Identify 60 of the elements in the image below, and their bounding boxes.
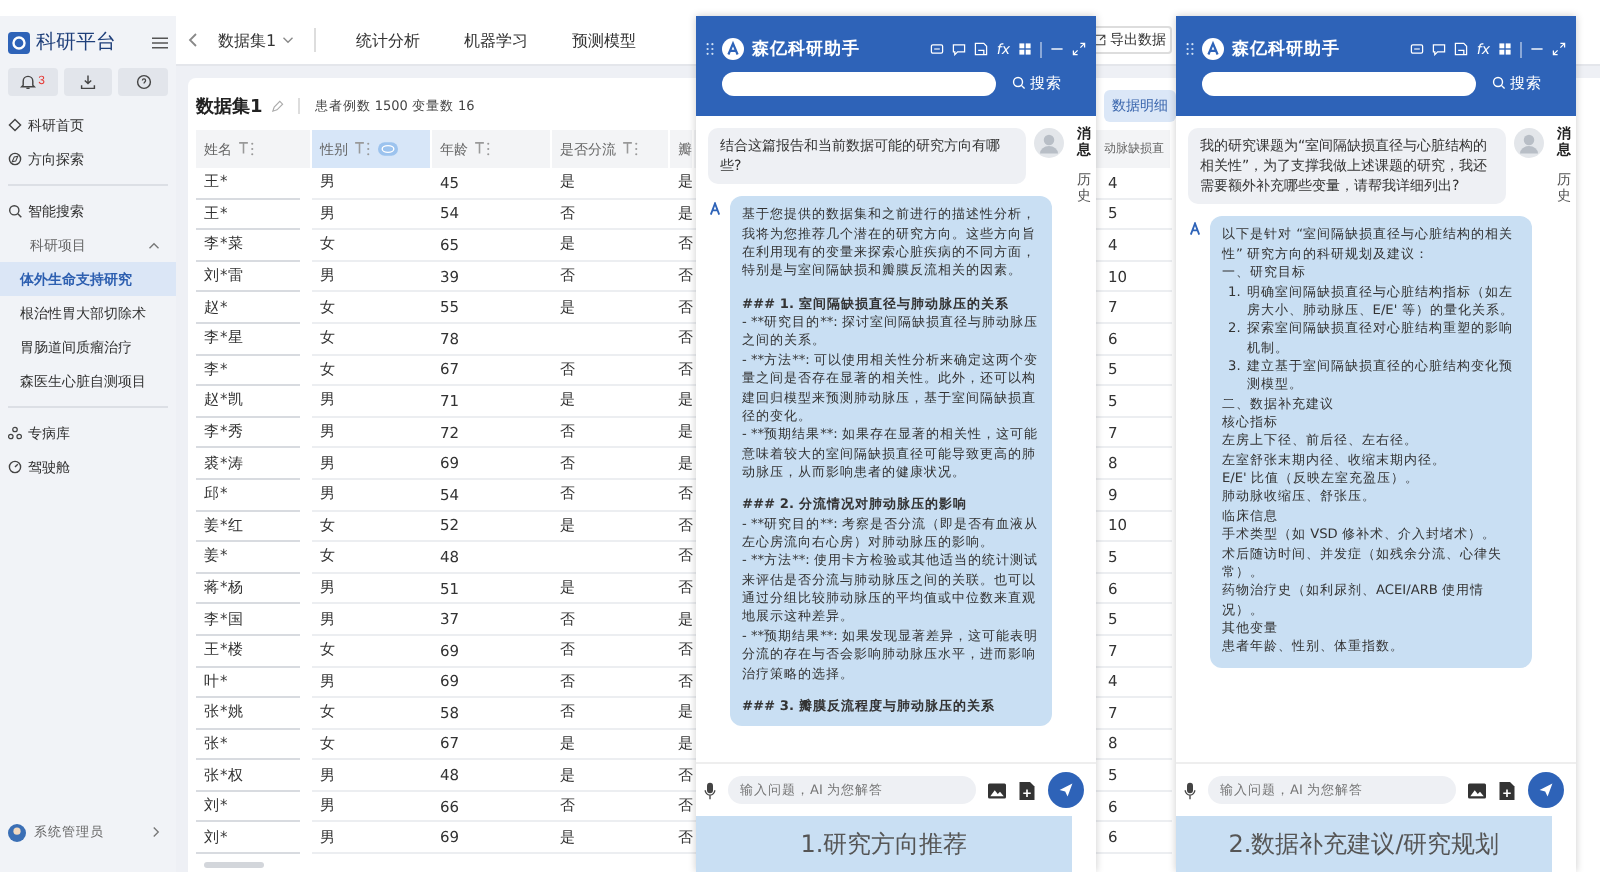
assistant-icon <box>1188 222 1202 237</box>
search-icon <box>1012 76 1026 90</box>
help-button[interactable] <box>118 68 169 96</box>
microphone-icon[interactable] <box>704 781 716 799</box>
grid-icon[interactable] <box>1018 42 1032 56</box>
help-icon <box>135 74 152 90</box>
avatar-icon <box>8 823 26 841</box>
search-field[interactable] <box>722 71 996 95</box>
bell-icon <box>20 74 37 90</box>
app-title: 科研平台 <box>36 29 118 56</box>
logo-icon <box>1202 38 1224 60</box>
search-field[interactable] <box>1202 71 1476 95</box>
minimize-icon[interactable] <box>1050 42 1064 56</box>
grid-icon[interactable] <box>1498 42 1512 56</box>
assistant-icon <box>708 202 722 217</box>
microphone-icon[interactable] <box>1184 781 1196 799</box>
diamond-icon <box>8 118 22 132</box>
logo-icon <box>722 38 744 60</box>
gauge-icon <box>8 460 22 474</box>
assistant-title: 森亿科研助手 <box>752 37 862 61</box>
file-add-icon[interactable] <box>1018 781 1036 799</box>
image-icon[interactable] <box>1468 781 1486 799</box>
send-button[interactable] <box>1528 772 1564 808</box>
screen-icon[interactable] <box>930 42 945 56</box>
caption: 1.研究方向推荐 <box>696 816 1072 872</box>
minimize-icon[interactable] <box>1530 42 1544 56</box>
tab[interactable]: 预测模型 <box>556 16 653 64</box>
caret-icon <box>148 241 160 249</box>
chat-icon[interactable] <box>952 42 967 56</box>
send-button[interactable] <box>1048 772 1084 808</box>
file-add-icon[interactable] <box>1498 781 1516 799</box>
compass-icon <box>8 152 22 166</box>
download-icon <box>80 74 96 90</box>
download-button[interactable] <box>63 68 113 96</box>
caret-icon <box>282 36 295 44</box>
caption: 2.数据补充建议/研究规划 <box>1176 816 1552 872</box>
expand-icon[interactable] <box>1552 42 1566 56</box>
logo-icon <box>8 31 30 53</box>
expand-icon[interactable] <box>1072 42 1086 56</box>
save-icon[interactable] <box>974 42 989 56</box>
screen-icon[interactable] <box>1410 42 1425 56</box>
scrollbar[interactable] <box>204 862 264 869</box>
image-icon[interactable] <box>988 781 1006 799</box>
chat-icon[interactable] <box>1432 42 1447 56</box>
paper-plane-icon <box>1538 782 1554 798</box>
assistant-title: 森亿科研助手 <box>1232 37 1342 61</box>
search-icon <box>1492 76 1506 90</box>
avatar-icon <box>1034 128 1064 158</box>
dataset-dropdown[interactable]: 数据集1 <box>210 29 303 51</box>
paper-plane-icon <box>1058 782 1074 798</box>
menu-icon[interactable] <box>152 35 168 49</box>
chevron-icon[interactable] <box>152 826 160 838</box>
back-icon[interactable] <box>188 32 198 48</box>
search-icon <box>8 204 22 218</box>
dataset-title: 数据集1 <box>196 95 263 119</box>
save-icon[interactable] <box>1454 42 1469 56</box>
nodes-icon <box>8 426 22 440</box>
tab[interactable]: 统计分析 <box>340 16 437 64</box>
tab[interactable]: 机器学习 <box>448 16 545 64</box>
avatar-icon <box>1514 128 1544 158</box>
